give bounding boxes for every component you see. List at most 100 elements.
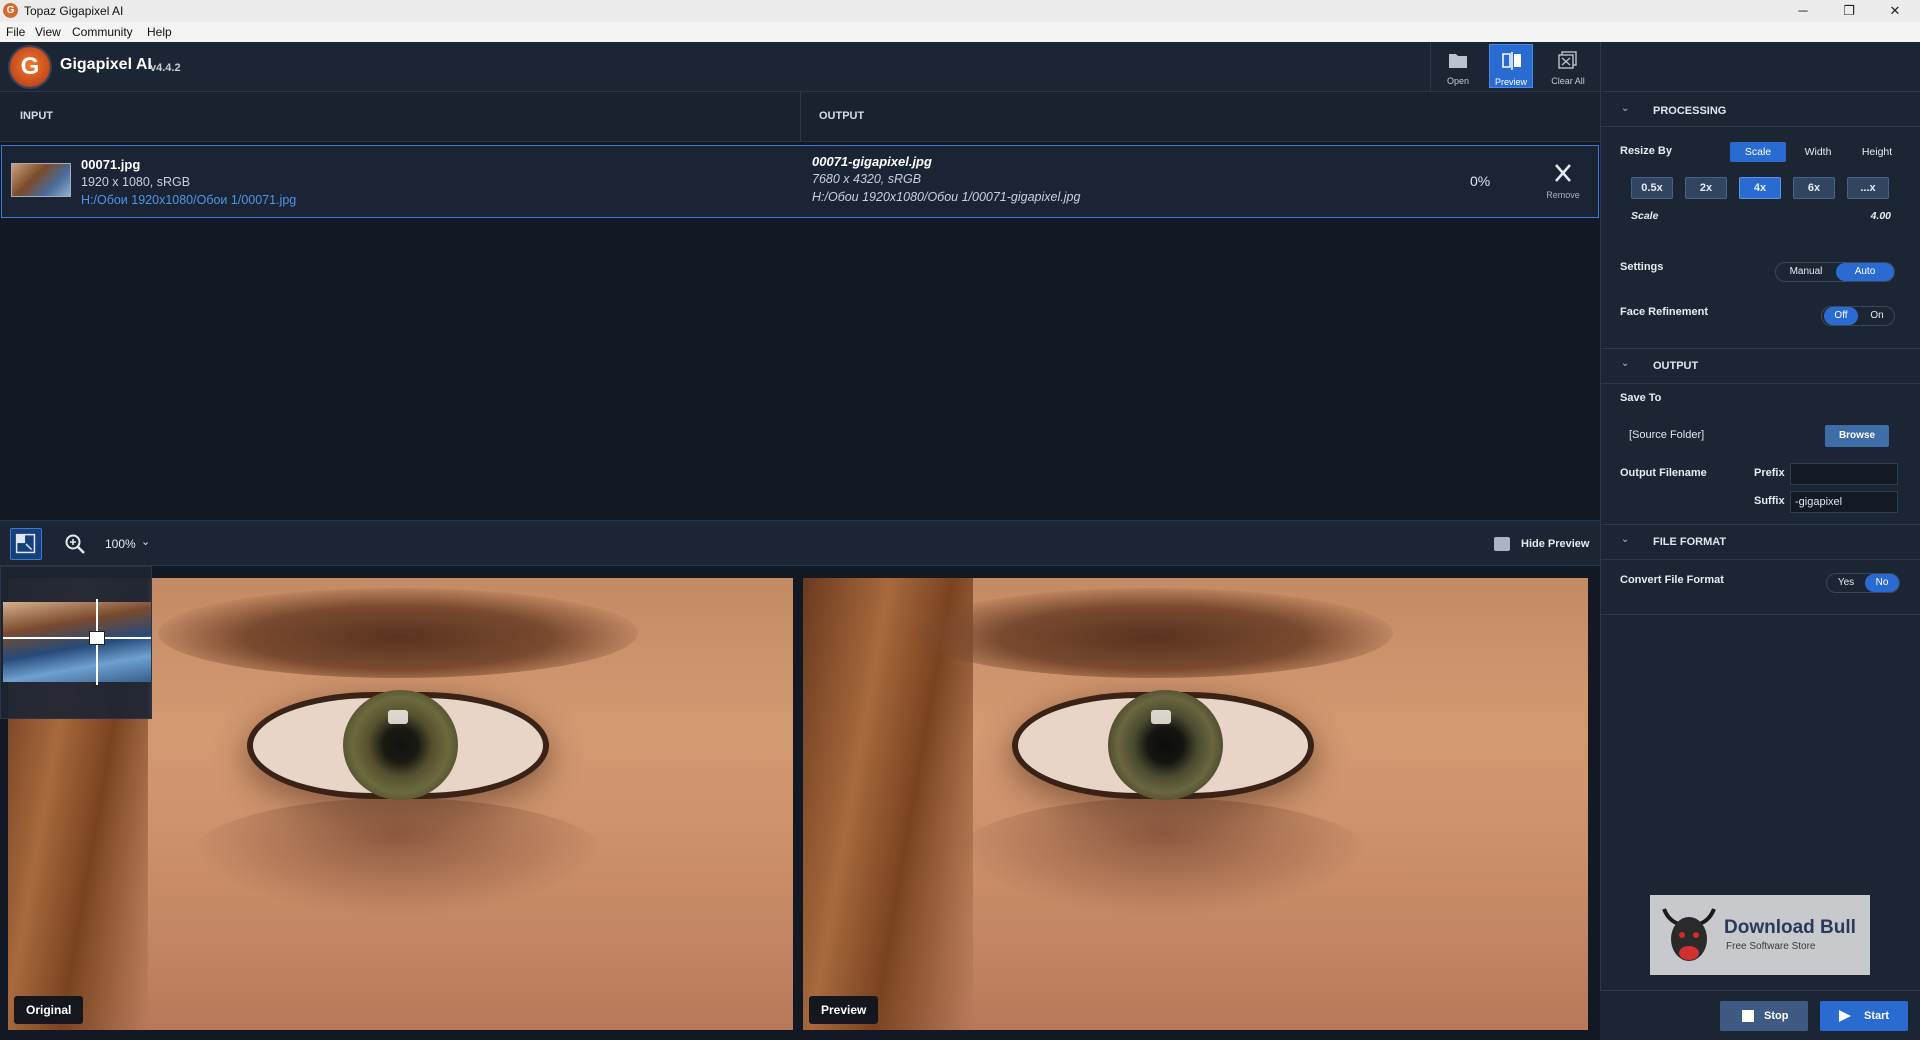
resize-height-option[interactable]: Height	[1849, 142, 1905, 162]
folder-icon	[1449, 54, 1467, 68]
start-label: Start	[1864, 1010, 1890, 1022]
toolbar-divider	[1430, 42, 1431, 92]
bull-logo-icon	[1662, 908, 1716, 961]
menu-bar: File View Community Help	[0, 22, 1920, 42]
scale-2x-button[interactable]: 2x	[1685, 177, 1727, 199]
convert-format-toggle[interactable]: Yes No	[1826, 573, 1900, 593]
scale-custom-button[interactable]: ...x	[1847, 177, 1889, 199]
input-filename: 00071.jpg	[81, 157, 141, 172]
open-button[interactable]: Open	[1436, 44, 1480, 88]
start-button[interactable]: Start	[1820, 1001, 1908, 1031]
scale-presets: 0.5x 2x 4x 6x ...x	[1631, 177, 1903, 199]
preview-toolbar: 100% ⌄ Hide Preview	[0, 520, 1600, 566]
app-icon: G	[3, 3, 18, 18]
suffix-input[interactable]: -gigapixel	[1790, 491, 1898, 513]
chevron-down-icon: ⌄	[1621, 103, 1630, 114]
output-column-header: OUTPUT	[819, 110, 865, 122]
title-bar: G Topaz Gigapixel AI ─ ❐ ✕	[0, 0, 1920, 22]
navigator-toggle-button[interactable]	[10, 528, 42, 560]
stop-button[interactable]: Stop	[1720, 1001, 1808, 1031]
app-version: v4.4.2	[150, 62, 181, 74]
zoom-icon[interactable]	[64, 533, 86, 555]
save-to-label: Save To	[1620, 392, 1662, 404]
chevron-down-icon: ⌄	[1621, 534, 1630, 545]
hide-preview-icon[interactable]	[1494, 537, 1510, 551]
file-thumbnail	[11, 163, 71, 197]
zoom-level[interactable]: 100%	[105, 537, 136, 551]
section-divider	[1601, 126, 1920, 127]
settings-panel: ⌄ PROCESSING Resize By Scale Width Heigh…	[1600, 42, 1920, 1040]
file-format-section-header[interactable]: ⌄ FILE FORMAT	[1601, 525, 1920, 559]
play-icon	[1839, 1010, 1851, 1022]
face-on-option[interactable]: On	[1860, 307, 1894, 325]
menu-help[interactable]: Help	[147, 25, 172, 39]
resize-scale-option[interactable]: Scale	[1730, 142, 1786, 162]
remove-label[interactable]: Remove	[1535, 190, 1591, 200]
resize-by-label: Resize By	[1620, 145, 1672, 157]
action-bar: Stop Start	[1600, 990, 1920, 1040]
processing-section-header[interactable]: ⌄ PROCESSING	[1601, 94, 1920, 128]
original-caption: Original	[14, 996, 84, 1024]
face-off-option[interactable]: Off	[1824, 307, 1858, 325]
navigator-thumbnail	[3, 602, 151, 682]
navigator-handle[interactable]	[89, 631, 105, 645]
settings-manual-option[interactable]: Manual	[1778, 263, 1834, 281]
maximize-button[interactable]: ❐	[1826, 0, 1872, 22]
preview-button[interactable]: Preview	[1489, 44, 1533, 88]
save-to-field[interactable]: [Source Folder]	[1620, 425, 1820, 447]
browse-button[interactable]: Browse	[1825, 425, 1889, 447]
convert-no-option[interactable]: No	[1865, 574, 1899, 592]
watermark-subtitle: Free Software Store	[1726, 941, 1816, 952]
resize-width-option[interactable]: Width	[1790, 142, 1846, 162]
preview-image-pane[interactable]: Preview	[803, 578, 1588, 1030]
split-preview-icon	[1502, 52, 1521, 70]
scale-6x-button[interactable]: 6x	[1793, 177, 1835, 199]
section-divider	[1601, 383, 1920, 384]
menu-file[interactable]: File	[6, 25, 25, 39]
close-window-button[interactable]: ✕	[1872, 0, 1918, 22]
brow-region	[913, 588, 1393, 678]
shadow-region	[953, 798, 1373, 918]
convert-file-format-label: Convert File Format	[1620, 574, 1724, 586]
convert-yes-option[interactable]: Yes	[1829, 574, 1863, 592]
navigator-panel[interactable]	[0, 566, 152, 719]
input-column-header: INPUT	[20, 110, 53, 122]
file-row[interactable]: 00071.jpg 1920 x 1080, sRGB H:/Обои 1920…	[1, 145, 1599, 218]
iris-region	[343, 690, 458, 800]
eye-glint	[1151, 710, 1171, 724]
output-title: OUTPUT	[1653, 360, 1699, 372]
scale-4x-button[interactable]: 4x	[1739, 177, 1781, 199]
pane-divider[interactable]	[795, 578, 801, 1030]
file-format-title: FILE FORMAT	[1653, 536, 1727, 548]
menu-view[interactable]: View	[35, 25, 61, 39]
clear-all-label: Clear All	[1551, 76, 1585, 86]
settings-auto-option[interactable]: Auto	[1836, 263, 1894, 281]
settings-label: Settings	[1620, 261, 1664, 273]
scale-value[interactable]: 4.00	[1861, 210, 1891, 222]
prefix-input[interactable]	[1790, 463, 1898, 485]
iris-region	[1108, 690, 1223, 800]
settings-toggle[interactable]: Manual Auto	[1775, 262, 1895, 282]
output-section-header[interactable]: ⌄ OUTPUT	[1601, 349, 1920, 383]
output-path: H:/Обои 1920x1080/Обои 1/00071-gigapixel…	[812, 190, 1081, 204]
minimize-button[interactable]: ─	[1780, 0, 1826, 22]
column-divider	[800, 92, 801, 142]
preview-label: Preview	[1494, 77, 1527, 87]
download-bull-watermark: Download Bull Free Software Store	[1650, 895, 1870, 975]
progress-percent: 0%	[1470, 173, 1491, 189]
hide-preview-button[interactable]: Hide Preview	[1521, 538, 1589, 550]
eye-glint	[388, 710, 408, 724]
face-refinement-toggle[interactable]: Off On	[1821, 306, 1895, 326]
remove-icon[interactable]	[1550, 162, 1576, 184]
scale-0-5x-button[interactable]: 0.5x	[1631, 177, 1673, 199]
menu-community[interactable]: Community	[72, 25, 133, 39]
app-header: G Gigapixel AI v4.4.2 Open Preview Clear…	[0, 42, 1600, 92]
suffix-label: Suffix	[1754, 495, 1785, 507]
zoom-chevron-down-icon[interactable]: ⌄	[141, 535, 150, 548]
section-divider	[1601, 559, 1920, 560]
brow-region	[158, 588, 638, 678]
clear-all-button[interactable]: Clear All	[1546, 44, 1590, 88]
stop-label: Stop	[1764, 1010, 1789, 1022]
column-headers: INPUT OUTPUT	[0, 92, 1600, 142]
navigator-view-line	[3, 637, 151, 639]
